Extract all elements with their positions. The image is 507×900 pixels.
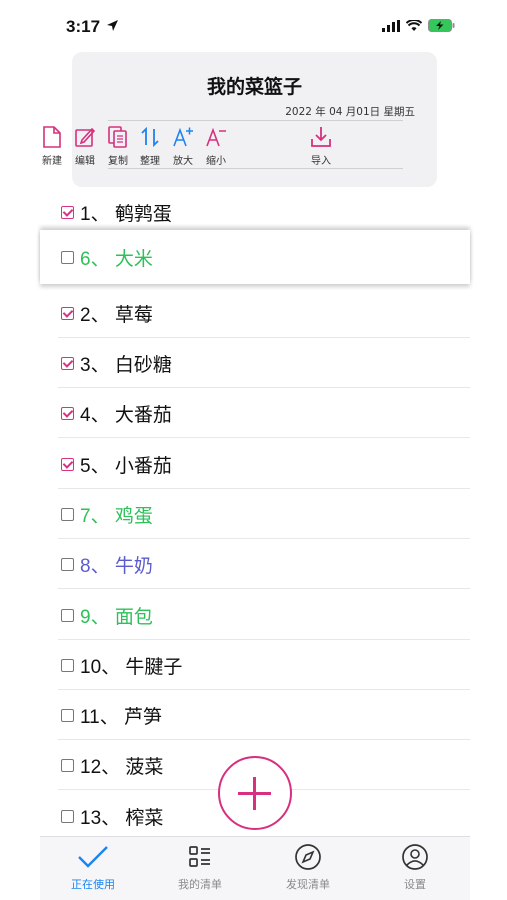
list-item[interactable]: 7、 鸡蛋 (58, 489, 470, 539)
compass-icon (295, 844, 321, 870)
tool-label: 新建 (42, 156, 62, 167)
copy-button[interactable]: 复制 (101, 125, 135, 167)
sort-button[interactable]: 整理 (133, 125, 167, 167)
tab-settings[interactable]: 设置 (370, 843, 460, 892)
item-checkbox[interactable] (61, 758, 74, 772)
list-item[interactable]: 8、 牛奶 (58, 539, 470, 589)
list-icon (189, 846, 210, 867)
wifi-icon (406, 19, 422, 31)
import-button[interactable]: 导入 (304, 125, 338, 167)
item-text: 3、 白砂糖 (80, 354, 172, 376)
item-text: 13、 榨菜 (80, 807, 164, 829)
tool-label: 编辑 (75, 156, 95, 167)
tab-label: 发现清单 (286, 878, 330, 891)
tab-label: 正在使用 (71, 878, 115, 891)
copy-icon (108, 126, 127, 148)
list-item[interactable]: 5、 小番茄 (58, 439, 470, 489)
item-checkbox[interactable] (61, 608, 74, 622)
new-document-icon (43, 126, 61, 148)
item-checkbox[interactable] (61, 306, 74, 320)
list-item[interactable]: 9、 面包 (58, 590, 470, 640)
tab-label: 设置 (404, 878, 426, 891)
list-date: 2022 年 04 月01日 星期五 (285, 106, 415, 118)
item-checkbox[interactable] (61, 406, 74, 420)
font-increase-icon (173, 127, 193, 147)
list-item[interactable]: 4、 大番茄 (58, 388, 470, 438)
zoom-in-button[interactable]: 放大 (166, 125, 200, 167)
item-checkbox[interactable] (61, 658, 74, 672)
item-checkbox[interactable] (61, 557, 74, 571)
item-text: 9、 面包 (80, 606, 153, 628)
item-text: 12、 菠菜 (80, 756, 164, 778)
item-checkbox[interactable] (61, 809, 74, 823)
signal-icon (382, 19, 400, 32)
edit-button[interactable]: 编辑 (68, 125, 102, 167)
status-bar: 3:17 (0, 0, 507, 46)
item-text: 4、 大番茄 (80, 404, 172, 426)
dragging-list-item[interactable]: 6、 大米 (40, 230, 470, 284)
tool-label: 缩小 (206, 156, 226, 167)
item-checkbox[interactable] (61, 356, 74, 370)
list-item[interactable]: 3、 白砂糖 (58, 338, 470, 388)
tab-bar: 正在使用 我的清单 发现清单 设置 (40, 836, 470, 900)
item-text: 8、 牛奶 (80, 555, 153, 577)
item-text: 11、 芦笋 (80, 706, 163, 728)
item-checkbox[interactable] (61, 708, 74, 722)
item-text: 1、 鹌鹑蛋 (80, 203, 172, 225)
add-item-button[interactable] (218, 756, 292, 830)
edit-icon (75, 127, 96, 147)
list-title: 我的菜篮子 (206, 76, 302, 98)
toolbar: 新建 编辑 复制 整理 放大 缩小 导入 (36, 125, 473, 167)
tab-my-lists[interactable]: 我的清单 (155, 843, 245, 892)
item-text: 5、 小番茄 (80, 455, 172, 477)
status-time: 3:17 (66, 17, 101, 36)
tool-label: 导入 (311, 156, 331, 167)
item-text: 7、 鸡蛋 (80, 505, 153, 527)
item-checkbox[interactable] (61, 250, 74, 264)
divider (108, 168, 403, 169)
list-item[interactable]: 10、 牛腱子 (58, 640, 470, 690)
row-separator (58, 588, 470, 589)
location-arrow-icon (107, 20, 118, 31)
row-separator (58, 437, 470, 438)
font-decrease-icon (206, 127, 226, 147)
item-text: 2、 草莓 (80, 304, 153, 326)
item-text: 10、 牛腱子 (80, 656, 183, 678)
tool-label: 整理 (140, 156, 160, 167)
person-icon (402, 844, 428, 870)
zoom-out-button[interactable]: 缩小 (199, 125, 233, 167)
tab-discover[interactable]: 发现清单 (263, 843, 353, 892)
import-icon (311, 127, 331, 147)
sort-icon (141, 126, 159, 148)
tool-label: 放大 (173, 156, 193, 167)
tab-label: 我的清单 (178, 878, 222, 891)
item-text: 6、 大米 (80, 248, 153, 270)
list-item[interactable]: 2、 草莓 (58, 288, 470, 338)
list-item[interactable]: 11、 芦笋 (58, 690, 470, 740)
battery-charging-icon (428, 19, 455, 32)
new-button[interactable]: 新建 (35, 125, 69, 167)
item-checkbox[interactable] (61, 507, 74, 521)
item-checkbox[interactable] (61, 205, 74, 219)
item-checkbox[interactable] (61, 457, 74, 471)
divider (108, 120, 403, 121)
checkmark-icon (78, 846, 108, 868)
tool-label: 复制 (108, 156, 128, 167)
status-icons (382, 19, 455, 32)
tab-in-use[interactable]: 正在使用 (48, 843, 138, 892)
